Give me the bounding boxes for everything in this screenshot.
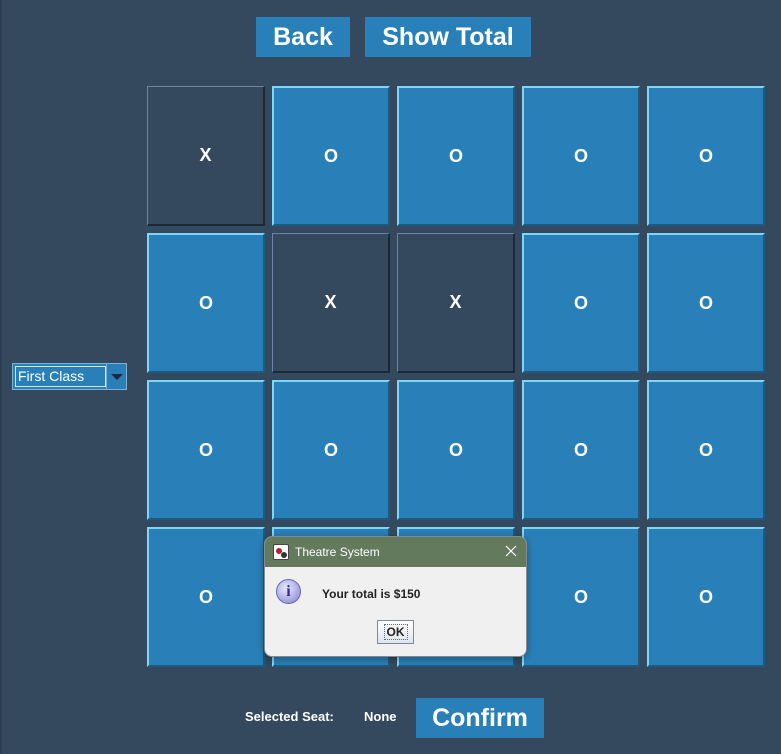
ok-button-label: OK — [383, 624, 408, 640]
seat-button[interactable]: O — [397, 380, 515, 520]
total-dialog: Theatre System i Your total is $150 OK — [264, 536, 527, 657]
ok-button[interactable]: OK — [377, 620, 414, 644]
seat-button[interactable]: O — [147, 380, 265, 520]
chevron-down-icon[interactable] — [106, 364, 126, 389]
seat-button[interactable]: O — [522, 527, 640, 667]
seat-button[interactable]: O — [647, 233, 765, 373]
seat-button[interactable]: O — [647, 86, 765, 226]
seat-button[interactable]: O — [272, 86, 390, 226]
seat-button[interactable]: O — [272, 380, 390, 520]
class-dropdown-value: First Class — [15, 366, 106, 387]
seat-button[interactable]: O — [147, 233, 265, 373]
class-dropdown[interactable]: First Class — [12, 363, 127, 390]
seat-button[interactable]: O — [522, 86, 640, 226]
seat-button[interactable]: X — [147, 86, 265, 226]
dialog-titlebar[interactable]: Theatre System — [265, 537, 526, 567]
info-icon: i — [276, 579, 301, 604]
app-icon — [273, 544, 289, 560]
dialog-title: Theatre System — [295, 545, 380, 559]
seat-button[interactable]: O — [397, 86, 515, 226]
selected-seat-label: Selected Seat: — [245, 709, 334, 724]
window-edge — [0, 0, 2, 754]
seat-button[interactable]: O — [647, 380, 765, 520]
confirm-button[interactable]: Confirm — [416, 698, 544, 738]
back-button[interactable]: Back — [256, 17, 350, 57]
seat-button[interactable]: O — [522, 380, 640, 520]
seat-button[interactable]: X — [272, 233, 390, 373]
close-icon[interactable] — [503, 543, 519, 559]
seat-button[interactable]: O — [147, 527, 265, 667]
dialog-message: Your total is $150 — [322, 587, 421, 601]
seat-button[interactable]: O — [522, 233, 640, 373]
seat-button[interactable]: O — [647, 527, 765, 667]
seat-button[interactable]: X — [397, 233, 515, 373]
show-total-button[interactable]: Show Total — [365, 17, 531, 57]
selected-seat-value: None — [364, 709, 397, 724]
